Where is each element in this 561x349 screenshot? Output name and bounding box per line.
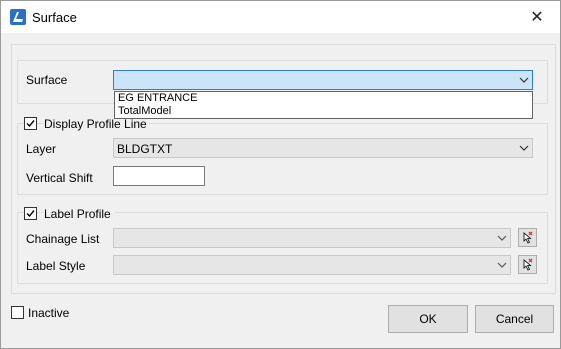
- layer-select[interactable]: BLDGTXT: [113, 138, 533, 158]
- chainage-pick-button[interactable]: [518, 228, 537, 247]
- checkmark-icon: [26, 120, 35, 128]
- vertical-shift-label: Vertical Shift: [26, 171, 93, 185]
- display-profile-label: Display Profile Line: [44, 117, 149, 131]
- chevron-down-icon: [519, 77, 529, 83]
- display-profile-group: [17, 123, 548, 195]
- close-icon[interactable]: ✕: [514, 1, 560, 33]
- chevron-down-icon: [497, 235, 507, 241]
- label-style-label: Label Style: [26, 259, 86, 273]
- layer-label: Layer: [26, 142, 57, 156]
- vertical-shift-input[interactable]: [113, 166, 205, 186]
- ok-button[interactable]: OK: [388, 305, 468, 333]
- inactive-label: Inactive: [28, 306, 70, 320]
- pick-cursor-icon: [523, 231, 533, 244]
- surface-dialog: Surface ✕ Surface Display Profile Line L…: [0, 0, 561, 349]
- chainage-list-label: Chainage List: [26, 232, 100, 246]
- label-profile-label: Label Profile: [44, 207, 115, 221]
- chainage-list-select[interactable]: [113, 228, 511, 248]
- layer-value: BLDGTXT: [117, 142, 173, 156]
- surface-label: Surface: [26, 73, 68, 87]
- display-profile-checkbox[interactable]: [24, 117, 37, 130]
- cancel-button[interactable]: Cancel: [475, 305, 554, 333]
- checkmark-icon: [26, 210, 35, 218]
- title-bar: Surface ✕: [1, 1, 560, 33]
- list-item[interactable]: EG ENTRANCE: [115, 92, 532, 105]
- surface-select[interactable]: [113, 70, 533, 90]
- chevron-down-icon: [519, 145, 529, 151]
- label-style-pick-button[interactable]: [518, 255, 537, 274]
- app-icon: [10, 9, 26, 25]
- window-title: Surface: [32, 10, 77, 25]
- chevron-down-icon: [497, 262, 507, 268]
- label-style-select[interactable]: [113, 255, 511, 275]
- surface-dropdown-list: EG ENTRANCE TotalModel: [114, 91, 533, 119]
- pick-cursor-icon: [523, 258, 533, 271]
- inactive-checkbox[interactable]: [11, 306, 24, 319]
- label-profile-checkbox[interactable]: [24, 207, 37, 220]
- list-item[interactable]: TotalModel: [115, 105, 532, 118]
